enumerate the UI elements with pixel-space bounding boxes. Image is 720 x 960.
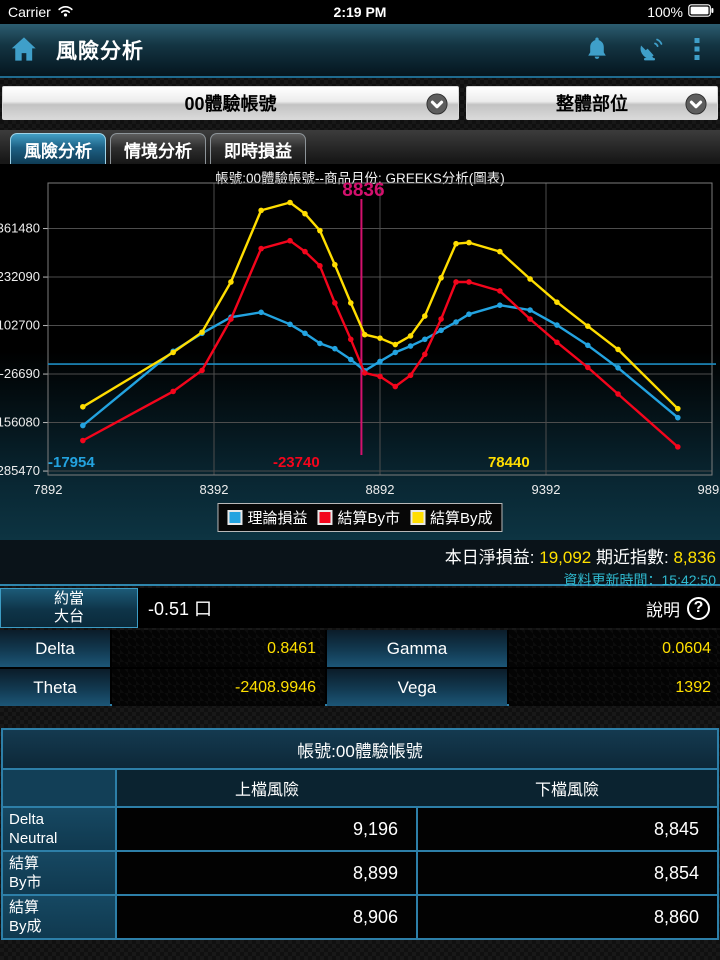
tab-risk-analysis[interactable]: 風險分析: [10, 133, 106, 164]
risk-table: 帳號:00體驗帳號 上檔風險 下檔風險 DeltaNeutral 9,196 8…: [1, 728, 719, 940]
legend-swatch: [410, 510, 425, 525]
position-selector-dropdown[interactable]: 整體部位: [466, 86, 718, 120]
near-index-label: 期近指數:: [596, 548, 669, 567]
home-icon: [10, 36, 38, 65]
delta-value: 0.8461: [112, 630, 325, 667]
greeks-chart-panel: 帳號:00體驗帳號--商品月份: GREEKS分析(圖表) 3614802320…: [0, 164, 720, 540]
legend-label: 結算By市: [337, 507, 400, 528]
risk-table-corner-cell: [3, 770, 117, 806]
account-selector-value: 00體驗帳號: [184, 90, 276, 116]
legend-swatch: [227, 510, 242, 525]
svg-text:-285470: -285470: [0, 463, 40, 478]
delta-label: Delta: [0, 630, 110, 667]
gamma-value: 0.0604: [509, 630, 720, 667]
legend-item: 結算By市: [317, 507, 400, 528]
overflow-menu-button[interactable]: [682, 36, 712, 65]
svg-text:232090: 232090: [0, 269, 40, 284]
svg-text:7892: 7892: [34, 482, 63, 497]
theta-label: Theta: [0, 669, 110, 706]
help-question-icon: ?: [687, 597, 710, 620]
home-button[interactable]: [0, 36, 48, 65]
daily-pl-label: 本日淨損益:: [445, 548, 535, 567]
overflow-menu-icon: [692, 36, 702, 65]
legend-label: 理論損益: [247, 507, 307, 528]
svg-text:8836: 8836: [342, 180, 384, 201]
legend-item: 理論損益: [227, 507, 307, 528]
risk-analysis-screen: Carrier 2:19 PM 100%: [0, 0, 720, 960]
delta-neutral-downside: 8,845: [418, 808, 717, 850]
position-selector-value: 整體部位: [556, 90, 628, 116]
daily-pl-value: 19,092: [539, 548, 591, 567]
svg-text:9892: 9892: [698, 482, 720, 497]
tab-bar: 風險分析 情境分析 即時損益: [0, 130, 720, 164]
status-bar: Carrier 2:19 PM 100%: [0, 0, 720, 24]
svg-text:-23740: -23740: [273, 454, 320, 471]
delta-neutral-upside: 9,196: [117, 808, 418, 850]
vega-label: Vega: [327, 669, 507, 706]
help-label: 說明: [646, 596, 680, 621]
legend-label: 結算By成: [430, 507, 493, 528]
svg-text:361480: 361480: [0, 221, 40, 236]
downside-risk-header: 下檔風險: [417, 770, 717, 806]
satellite-dish-icon: [637, 36, 664, 65]
svg-text:9392: 9392: [532, 482, 561, 497]
summary-panel: 本日淨損益: 19,092 期近指數: 8,836 資料更新時間：15:42:5…: [0, 540, 720, 586]
bell-icon: [585, 36, 609, 65]
svg-text:8892: 8892: [366, 482, 395, 497]
chart-legend: 理論損益 結算By市 結算By成: [217, 503, 502, 532]
svg-text:-156080: -156080: [0, 415, 40, 430]
row-label: DeltaNeutral: [3, 808, 117, 850]
update-time: 資料更新時間：15:42:50: [0, 570, 716, 590]
theta-value: -2408.9946: [112, 669, 325, 706]
settle-by-cost-downside: 8,860: [418, 896, 717, 938]
risk-table-title: 帳號:00體驗帳號: [3, 730, 717, 768]
upside-risk-header: 上檔風險: [117, 770, 417, 806]
page-title: 風險分析: [56, 35, 144, 65]
vega-value: 1392: [509, 669, 720, 706]
legend-swatch: [317, 510, 332, 525]
table-row-delta-neutral: DeltaNeutral 9,196 8,845: [3, 806, 717, 850]
nav-bar: 風險分析: [0, 24, 720, 78]
battery-icon: [688, 4, 714, 20]
svg-text:8392: 8392: [200, 482, 229, 497]
settle-by-market-downside: 8,854: [418, 852, 717, 894]
equivalent-contracts-row: 約當 大台 -0.51 口 說明 ?: [0, 588, 720, 628]
gamma-label: Gamma: [327, 630, 507, 667]
settle-by-cost-upside: 8,906: [117, 896, 418, 938]
greeks-grid: Delta 0.8461 Gamma 0.0604 Theta -2408.99…: [0, 630, 720, 706]
row-label: 結算By成: [3, 896, 117, 938]
account-selector-dropdown[interactable]: 00體驗帳號: [2, 86, 459, 120]
equivalent-contracts-label: 約當 大台: [0, 588, 138, 628]
chevron-down-icon: [685, 93, 707, 120]
svg-text:-17954: -17954: [48, 454, 95, 471]
notifications-button[interactable]: [575, 36, 619, 65]
table-row-settle-by-cost: 結算By成 8,906 8,860: [3, 894, 717, 938]
tab-scenario-analysis[interactable]: 情境分析: [110, 133, 206, 164]
carrier-label: Carrier: [8, 4, 51, 20]
table-row-settle-by-market: 結算By市 8,899 8,854: [3, 850, 717, 894]
chevron-down-icon: [426, 93, 448, 120]
svg-text:102700: 102700: [0, 318, 40, 333]
equivalent-contracts-value: -0.51 口: [138, 588, 646, 628]
wifi-icon: [57, 4, 74, 20]
help-button[interactable]: 說明 ?: [646, 588, 720, 628]
battery-percent: 100%: [647, 4, 683, 20]
tab-realtime-pl[interactable]: 即時損益: [210, 133, 306, 164]
daily-pl-line: 本日淨損益: 19,092 期近指數: 8,836: [0, 543, 716, 568]
greeks-line-chart[interactable]: 361480 232090 102700 -26690 -156080 -285470 78…: [0, 164, 720, 504]
near-index-value: 8,836: [673, 548, 716, 567]
risk-table-header: 上檔風險 下檔風險: [3, 768, 717, 806]
settle-by-market-upside: 8,899: [117, 852, 418, 894]
svg-text:78440: 78440: [488, 454, 530, 471]
svg-text:-26690: -26690: [0, 366, 40, 381]
broadcast-button[interactable]: [627, 36, 674, 65]
legend-item: 結算By成: [410, 507, 493, 528]
row-label: 結算By市: [3, 852, 117, 894]
clock: 2:19 PM: [200, 4, 520, 20]
